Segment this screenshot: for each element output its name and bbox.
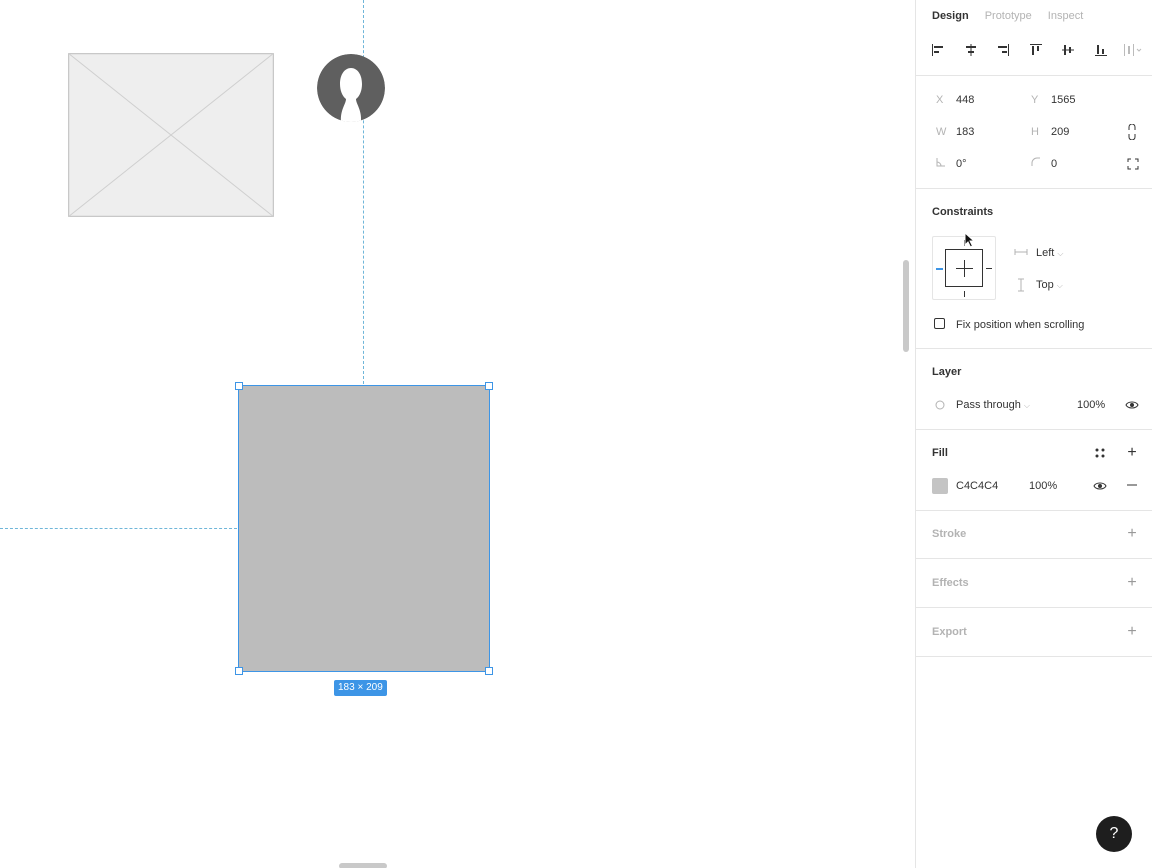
- resize-handle-bottom-right[interactable]: [485, 667, 493, 675]
- constraint-right-marker[interactable]: [986, 268, 992, 269]
- eye-icon[interactable]: [1093, 480, 1107, 495]
- fill-opacity[interactable]: 100%: [1029, 479, 1057, 493]
- fix-position-label: Fix position when scrolling: [956, 319, 1085, 331]
- blend-mode-value: Pass through: [956, 399, 1021, 411]
- constraint-left-marker[interactable]: [936, 268, 943, 270]
- y-label: Y: [1031, 94, 1039, 106]
- export-title: Export: [932, 626, 967, 638]
- tab-inspect[interactable]: Inspect: [1048, 8, 1083, 24]
- divider: [916, 510, 1152, 511]
- chevron-down-icon: ⌵: [1023, 401, 1030, 410]
- height-field[interactable]: H 209: [1031, 125, 1069, 139]
- vertical-constraint-value: Top: [1036, 279, 1054, 291]
- selected-rectangle[interactable]: [235, 382, 493, 675]
- divider: [916, 429, 1152, 430]
- constrain-proportions-icon[interactable]: [1127, 123, 1137, 143]
- y-value[interactable]: 1565: [1051, 94, 1075, 106]
- constraints-title: Constraints: [932, 206, 994, 218]
- rotation-field[interactable]: 0°: [936, 157, 967, 171]
- h-label: H: [1031, 126, 1039, 138]
- mouse-cursor-icon: [964, 232, 976, 248]
- corner-radius-field[interactable]: 0: [1031, 157, 1057, 171]
- tab-design[interactable]: Design: [932, 8, 969, 24]
- x-field[interactable]: X 448: [936, 93, 974, 107]
- remove-fill-icon[interactable]: [1126, 479, 1138, 494]
- image-placeholder[interactable]: [68, 53, 274, 217]
- align-top-icon[interactable]: [1026, 40, 1046, 60]
- corner-radius-icon: [1031, 157, 1051, 171]
- canvas[interactable]: 183 × 209: [0, 0, 915, 868]
- alignment-toolbar: [928, 40, 1143, 60]
- horizontal-scrollbar[interactable]: [339, 863, 387, 868]
- width-field[interactable]: W 183: [936, 125, 974, 139]
- vertical-constraint-dropdown[interactable]: Top ⌵: [1036, 278, 1063, 293]
- align-bottom-icon[interactable]: [1091, 40, 1111, 60]
- h-value[interactable]: 209: [1051, 126, 1069, 138]
- rotation-icon: [936, 157, 956, 171]
- avatar-placeholder[interactable]: [316, 54, 386, 124]
- eye-icon[interactable]: [1125, 399, 1139, 414]
- styles-grid-icon[interactable]: [1094, 447, 1106, 462]
- w-label: W: [936, 126, 947, 138]
- stroke-title: Stroke: [932, 528, 967, 540]
- fill-hex-value[interactable]: C4C4C4: [956, 479, 998, 493]
- horizontal-constraint-icon: [1014, 247, 1028, 260]
- add-effect-icon[interactable]: +: [1124, 575, 1140, 591]
- divider: [916, 656, 1152, 657]
- x-label: X: [936, 94, 944, 106]
- y-field[interactable]: Y 1565: [1031, 93, 1075, 107]
- constraint-bottom-marker[interactable]: [964, 291, 965, 297]
- fix-position-checkbox[interactable]: [934, 318, 945, 329]
- panel-tabs: Design Prototype Inspect: [932, 8, 1083, 24]
- divider: [916, 75, 1152, 76]
- blend-mode-dropdown[interactable]: Pass through ⌵: [956, 398, 1030, 413]
- distribute-icon[interactable]: [1123, 40, 1143, 60]
- independent-corners-icon[interactable]: [1127, 158, 1139, 173]
- tab-prototype[interactable]: Prototype: [985, 8, 1032, 24]
- selection-size-label: 183 × 209: [334, 680, 387, 696]
- effects-title: Effects: [932, 577, 969, 589]
- divider: [916, 188, 1152, 189]
- divider: [916, 558, 1152, 559]
- corner-radius-value[interactable]: 0: [1051, 158, 1057, 170]
- align-left-icon[interactable]: [928, 40, 948, 60]
- constraint-inner-box: [945, 249, 983, 287]
- rotation-value[interactable]: 0°: [956, 158, 967, 170]
- add-stroke-icon[interactable]: +: [1124, 526, 1140, 542]
- blend-mode-icon: [935, 400, 945, 413]
- properties-panel: Design Prototype Inspect X 448 Y 1565 W …: [915, 0, 1152, 868]
- chevron-down-icon: ⌵: [1057, 249, 1064, 258]
- fill-title: Fill: [932, 447, 948, 459]
- w-value[interactable]: 183: [956, 126, 974, 138]
- vertical-constraint-icon: [1016, 278, 1026, 295]
- resize-handle-top-right[interactable]: [485, 382, 493, 390]
- divider: [916, 607, 1152, 608]
- add-export-icon[interactable]: +: [1124, 624, 1140, 640]
- constraint-cross-h: [956, 268, 973, 269]
- layer-title: Layer: [932, 366, 962, 378]
- resize-handle-bottom-left[interactable]: [235, 667, 243, 675]
- add-fill-icon[interactable]: +: [1124, 445, 1140, 461]
- divider: [916, 348, 1152, 349]
- x-value[interactable]: 448: [956, 94, 974, 106]
- horizontal-guide-line: [0, 528, 237, 529]
- vertical-scrollbar[interactable]: [903, 260, 909, 352]
- help-button[interactable]: ?: [1096, 816, 1132, 852]
- horizontal-constraint-dropdown[interactable]: Left ⌵: [1036, 246, 1063, 261]
- layer-opacity[interactable]: 100%: [1077, 398, 1105, 412]
- resize-handle-top-left[interactable]: [235, 382, 243, 390]
- align-horizontal-center-icon[interactable]: [961, 40, 981, 60]
- fill-color-swatch[interactable]: [932, 478, 948, 494]
- horizontal-constraint-value: Left: [1036, 247, 1055, 259]
- chevron-down-icon: ⌵: [1056, 281, 1063, 290]
- align-right-icon[interactable]: [993, 40, 1013, 60]
- rectangle-shape[interactable]: [238, 385, 490, 672]
- align-vertical-center-icon[interactable]: [1058, 40, 1078, 60]
